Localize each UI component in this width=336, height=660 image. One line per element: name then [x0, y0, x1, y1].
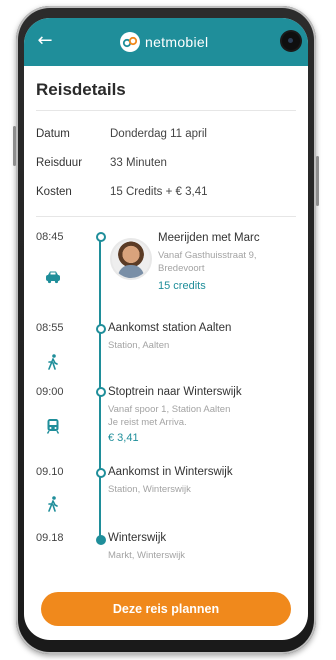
plan-trip-button[interactable]: Deze reis plannen — [41, 592, 291, 626]
segment-subtitle: Station, Aalten — [108, 340, 170, 351]
back-arrow-icon[interactable]: ← — [34, 30, 56, 52]
segment-title: Aankomst station Aalten — [108, 322, 232, 334]
walk-icon — [44, 354, 62, 372]
segment-title: Winterswijk — [108, 532, 167, 544]
brand-name: netmobiel — [145, 34, 209, 50]
power-button — [316, 156, 319, 206]
timeline-end-dot — [96, 535, 106, 545]
segment-title: Stoptrein naar Winterswijk — [108, 386, 242, 398]
walk-icon — [44, 496, 62, 514]
segment-subtitle: Markt, Winterswijk — [108, 550, 186, 561]
app-screen: ← netmobiel Reisdetails Datum Donderdag … — [24, 18, 308, 640]
segment-time: 09.18 — [36, 532, 64, 544]
segment-subtitle: Bredevoort — [158, 263, 205, 274]
train-icon — [44, 418, 62, 436]
detail-row-date: Datum Donderdag 11 april — [36, 128, 296, 148]
timeline-dot — [96, 324, 106, 334]
detail-label: Kosten — [36, 186, 72, 198]
timeline-dot — [96, 232, 106, 242]
front-camera — [282, 32, 300, 50]
brand-logo: netmobiel — [120, 30, 208, 54]
segment-title: Aankomst in Winterswijk — [108, 466, 233, 478]
segment-time: 09.10 — [36, 466, 64, 478]
volume-button — [13, 126, 16, 166]
car-icon — [44, 270, 62, 288]
segment-time: 08:55 — [36, 322, 64, 334]
segment-subtitle: Station, Winterswijk — [108, 484, 191, 495]
detail-row-duration: Reisduur 33 Minuten — [36, 157, 296, 177]
segment-title: Meerijden met Marc — [158, 232, 260, 244]
segment-price: € 3,41 — [108, 432, 139, 444]
app-header: ← netmobiel — [24, 18, 308, 66]
detail-label: Reisduur — [36, 157, 83, 169]
segment-time: 09:00 — [36, 386, 64, 398]
detail-value: 33 Minuten — [110, 157, 167, 169]
page-title: Reisdetails — [36, 80, 126, 99]
detail-value: Donderdag 11 april — [110, 128, 207, 140]
detail-row-cost: Kosten 15 Credits + € 3,41 — [36, 186, 296, 206]
netmobiel-logo-icon — [120, 32, 140, 52]
phone-frame: ← netmobiel Reisdetails Datum Donderdag … — [13, 6, 319, 654]
timeline-dot — [96, 468, 106, 478]
divider — [36, 216, 296, 217]
segment-subtitle: Je reist met Arriva. — [108, 417, 187, 428]
detail-value: 15 Credits + € 3,41 — [110, 186, 208, 198]
segment-subtitle: Vanaf spoor 1, Station Aalten — [108, 404, 231, 415]
segment-time: 08:45 — [36, 231, 64, 243]
timeline-dot — [96, 387, 106, 397]
segment-credits: 15 credits — [158, 280, 206, 292]
driver-avatar — [110, 238, 152, 280]
segment-subtitle: Vanaf Gasthuisstraat 9, — [158, 250, 257, 261]
detail-label: Datum — [36, 128, 70, 140]
divider — [36, 110, 296, 111]
